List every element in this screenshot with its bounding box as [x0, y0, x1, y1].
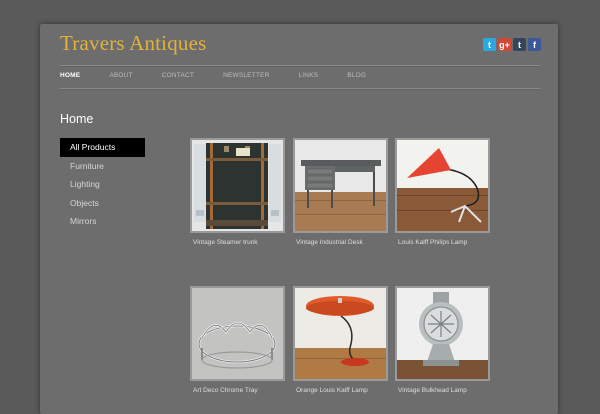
main-nav: HOME ABOUT CONTACT NEWSLETTER LINKS BLOG — [60, 72, 395, 79]
nav-item-contact[interactable]: CONTACT — [162, 72, 194, 79]
nav-item-links[interactable]: LINKS — [298, 72, 318, 79]
sidebar-item-furniture[interactable]: Furniture — [60, 157, 145, 176]
product-card[interactable]: Vintage Steamer trunk — [190, 138, 285, 246]
sidebar-item-objects[interactable]: Objects — [60, 194, 145, 213]
social-links: t g+ t f — [483, 38, 541, 51]
tumblr-icon[interactable]: t — [513, 38, 526, 51]
product-image-red-desk-lamp[interactable] — [395, 138, 490, 233]
category-sidebar: All Products Furniture Lighting Objects … — [60, 138, 145, 231]
product-image-chrome-tray[interactable] — [190, 286, 285, 381]
facebook-icon[interactable]: f — [528, 38, 541, 51]
product-image-bulkhead-lamp[interactable] — [395, 286, 490, 381]
nav-item-home[interactable]: HOME — [60, 72, 80, 79]
product-image-industrial-desk[interactable] — [293, 138, 388, 233]
product-card[interactable]: Vintage Bulkhead Lamp — [395, 286, 490, 394]
site-title[interactable]: Travers Antiques — [60, 31, 207, 56]
product-image-orange-lamp[interactable] — [293, 286, 388, 381]
page-panel: Travers Antiques t g+ t f HOME ABOUT CON… — [40, 24, 558, 414]
product-card[interactable]: Vintage Industrial Desk — [293, 138, 388, 246]
sidebar-item-all-products[interactable]: All Products — [60, 138, 145, 157]
product-card[interactable]: Art Deco Chrome Tray — [190, 286, 285, 394]
product-caption[interactable]: Vintage Steamer trunk — [190, 239, 285, 246]
sidebar-item-mirrors[interactable]: Mirrors — [60, 212, 145, 231]
product-caption[interactable]: Louis Kalff Philips Lamp — [395, 239, 490, 246]
twitter-icon[interactable]: t — [483, 38, 496, 51]
page-title: Home — [60, 112, 94, 126]
nav-item-about[interactable]: ABOUT — [109, 72, 132, 79]
product-caption[interactable]: Orange Louis Kalff Lamp — [293, 387, 388, 394]
sidebar-item-lighting[interactable]: Lighting — [60, 175, 145, 194]
product-card[interactable]: Louis Kalff Philips Lamp — [395, 138, 490, 246]
product-image-steamer-trunk[interactable] — [190, 138, 285, 233]
nav-item-blog[interactable]: BLOG — [347, 72, 366, 79]
google-plus-icon[interactable]: g+ — [498, 38, 511, 51]
divider-top — [60, 65, 540, 67]
product-caption[interactable]: Art Deco Chrome Tray — [190, 387, 285, 394]
product-card[interactable]: Orange Louis Kalff Lamp — [293, 286, 388, 394]
divider-nav — [60, 88, 540, 90]
product-caption[interactable]: Vintage Bulkhead Lamp — [395, 387, 490, 394]
product-caption[interactable]: Vintage Industrial Desk — [293, 239, 388, 246]
nav-item-newsletter[interactable]: NEWSLETTER — [223, 72, 269, 79]
